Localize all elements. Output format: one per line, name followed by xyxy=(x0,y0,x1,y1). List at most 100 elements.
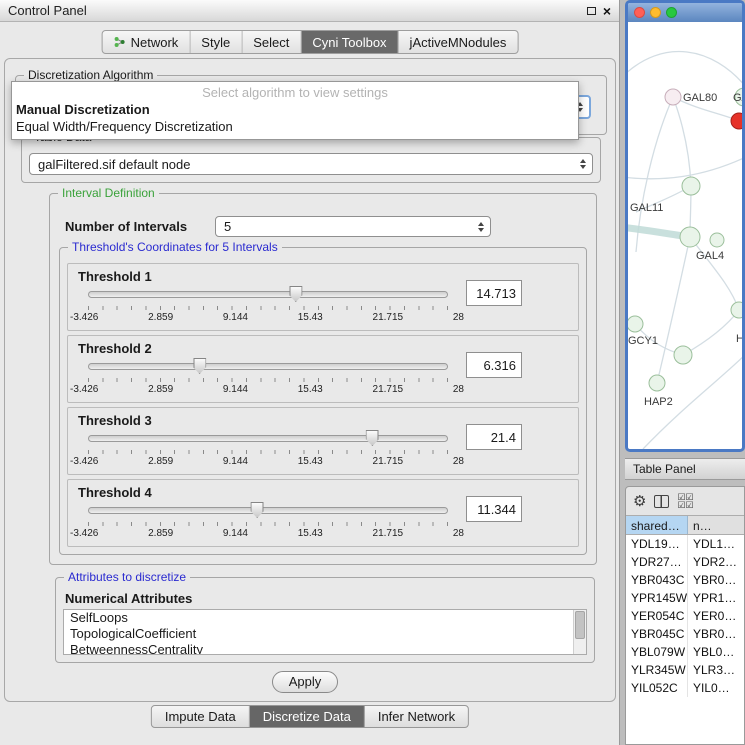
select-columns-icon[interactable]: ☑☑☑☑ xyxy=(677,493,699,509)
threshold-2-slider[interactable] xyxy=(88,357,448,375)
cell-name[interactable]: YER0… xyxy=(688,607,744,625)
table-row[interactable]: YPR145W YPR1… xyxy=(626,589,744,607)
threshold-4-label: Threshold 4 xyxy=(78,485,152,500)
threshold-3-value-field[interactable]: 21.4 xyxy=(466,424,522,450)
slider-thumb[interactable] xyxy=(251,502,264,518)
cell-shared-name[interactable]: YDR27… xyxy=(626,553,688,571)
node-unlabeled[interactable] xyxy=(674,346,692,364)
list-scrollbar[interactable] xyxy=(573,610,586,654)
zoom-traffic-light[interactable] xyxy=(666,7,677,18)
slider-thumb[interactable] xyxy=(366,430,379,446)
table-panel-header: Table Panel xyxy=(625,458,745,480)
threshold-4-slider[interactable] xyxy=(88,501,448,519)
node-selected-red[interactable] xyxy=(731,113,742,129)
table-row[interactable]: YLR345W YLR3… xyxy=(626,661,744,679)
slider-thumb[interactable] xyxy=(193,358,206,374)
cell-shared-name[interactable]: YLR345W xyxy=(626,661,688,679)
apply-button[interactable]: Apply xyxy=(272,671,338,693)
table-row[interactable]: YDL19… YDL1… xyxy=(626,535,744,553)
list-item[interactable]: SelfLoops xyxy=(64,610,586,626)
tick-label: 15.43 xyxy=(298,384,323,395)
threshold-2-value-field[interactable]: 6.316 xyxy=(466,352,522,378)
tick-label: 9.144 xyxy=(223,312,248,323)
node-unlabeled[interactable] xyxy=(710,233,724,247)
slider-tick-labels: -3.426 2.859 9.144 15.43 21.715 28 xyxy=(70,384,464,395)
threshold-1-value-field[interactable]: 14.713 xyxy=(466,280,522,306)
cell-name[interactable]: YDR2… xyxy=(688,553,744,571)
slider-track[interactable] xyxy=(88,435,448,442)
list-item[interactable]: BetweennessCentrality xyxy=(64,642,586,655)
close-traffic-light[interactable] xyxy=(634,7,645,18)
node-gal80[interactable] xyxy=(665,89,681,105)
tab-impute-data[interactable]: Impute Data xyxy=(152,706,250,727)
node-label-gal11: GAL11 xyxy=(630,202,663,214)
slider-thumb[interactable] xyxy=(289,286,302,302)
cell-shared-name[interactable]: YDL19… xyxy=(626,535,688,553)
discretization-algorithm-group-title: Discretization Algorithm xyxy=(24,68,157,82)
threshold-3-slider[interactable] xyxy=(88,429,448,447)
cell-shared-name[interactable]: YER054C xyxy=(626,607,688,625)
node-hap2[interactable] xyxy=(649,375,665,391)
table-row[interactable]: YBR045C YBR0… xyxy=(626,625,744,643)
cell-shared-name[interactable]: YBL079W xyxy=(626,643,688,661)
algorithm-option-equal-width[interactable]: Equal Width/Frequency Discretization xyxy=(12,118,578,135)
cell-name[interactable]: YBL0… xyxy=(688,643,744,661)
tab-select[interactable]: Select xyxy=(242,31,301,53)
cell-name[interactable]: YDL1… xyxy=(688,535,744,553)
threshold-2-label: Threshold 2 xyxy=(78,341,152,356)
cell-shared-name[interactable]: YPR145W xyxy=(626,589,688,607)
threshold-4-value-field[interactable]: 11.344 xyxy=(466,496,522,522)
node-unlabeled[interactable] xyxy=(731,302,742,318)
table-header-row: shared… n… xyxy=(626,515,744,535)
thresholds-group-title: Threshold's Coordinates for 5 Intervals xyxy=(68,240,282,254)
table-row[interactable]: YDR27… YDR2… xyxy=(626,553,744,571)
threshold-1-slider[interactable] xyxy=(88,285,448,303)
cell-shared-name[interactable]: YBR045C xyxy=(626,625,688,643)
network-view-window: GAL80 GA GAL11 GAL4 GCY1 HAP2 H xyxy=(625,0,745,452)
table-row[interactable]: YIL052C YIL0… xyxy=(626,679,744,697)
show-columns-icon[interactable] xyxy=(654,495,669,508)
cell-name[interactable]: YLR3… xyxy=(688,661,744,679)
table-data-combobox[interactable]: galFiltered.sif default node xyxy=(29,153,593,175)
slider-track[interactable] xyxy=(88,507,448,514)
gear-icon[interactable]: ⚙ xyxy=(633,494,646,509)
list-item[interactable]: TopologicalCoefficient xyxy=(64,626,586,642)
slider-track[interactable] xyxy=(88,291,448,298)
cell-name[interactable]: YIL0… xyxy=(688,679,744,697)
column-header-shared-name[interactable]: shared… xyxy=(626,516,688,534)
algorithm-dropdown-popup: Select algorithm to view settings Manual… xyxy=(11,81,579,140)
tab-style[interactable]: Style xyxy=(190,31,242,53)
tab-discretize-data-label: Discretize Data xyxy=(263,709,351,724)
tick-label: 2.859 xyxy=(148,456,173,467)
scrollbar-thumb[interactable] xyxy=(575,611,585,639)
minimize-traffic-light[interactable] xyxy=(650,7,661,18)
tab-jactivemnodules[interactable]: jActiveMNodules xyxy=(399,31,518,53)
column-header-name[interactable]: n… xyxy=(688,516,744,534)
cell-name[interactable]: YPR1… xyxy=(688,589,744,607)
restore-icon[interactable] xyxy=(587,7,596,15)
network-graph-canvas[interactable]: GAL80 GA GAL11 GAL4 GCY1 HAP2 H xyxy=(628,22,742,449)
tab-network[interactable]: Network xyxy=(103,31,191,53)
number-of-intervals-combobox[interactable]: 5 xyxy=(215,216,491,237)
network-edges xyxy=(628,52,742,449)
node-gcy1[interactable] xyxy=(628,316,643,332)
cell-name[interactable]: YBR0… xyxy=(688,625,744,643)
tab-cyni-toolbox[interactable]: Cyni Toolbox xyxy=(301,31,398,53)
cell-shared-name[interactable]: YBR043C xyxy=(626,571,688,589)
cell-name[interactable]: YBR0… xyxy=(688,571,744,589)
node-gal4[interactable] xyxy=(680,227,700,247)
table-row[interactable]: YBL079W YBL0… xyxy=(626,643,744,661)
tab-infer-network[interactable]: Infer Network xyxy=(365,706,468,727)
table-row[interactable]: YBR043C YBR0… xyxy=(626,571,744,589)
numerical-attributes-label: Numerical Attributes xyxy=(65,591,192,606)
table-row[interactable]: YER054C YER0… xyxy=(626,607,744,625)
node-gal11[interactable] xyxy=(682,177,700,195)
interval-definition-group-title: Interval Definition xyxy=(58,186,159,200)
tab-network-label: Network xyxy=(131,35,179,50)
close-icon[interactable]: × xyxy=(603,5,611,17)
tab-discretize-data[interactable]: Discretize Data xyxy=(250,706,365,727)
slider-track[interactable] xyxy=(88,363,448,370)
algorithm-option-manual[interactable]: Manual Discretization xyxy=(12,101,578,118)
table-panel-title: Table Panel xyxy=(633,462,696,476)
cell-shared-name[interactable]: YIL052C xyxy=(626,679,688,697)
